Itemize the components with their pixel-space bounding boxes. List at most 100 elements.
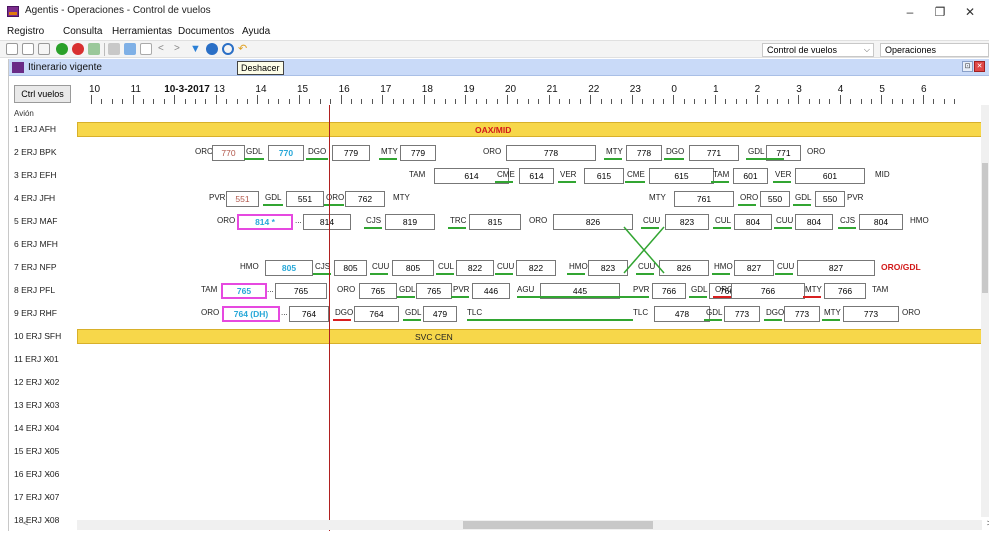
horizontal-scrollbar[interactable]: < >: [23, 518, 989, 530]
flight-box[interactable]: 778: [506, 145, 596, 161]
flight-box[interactable]: 761: [674, 191, 734, 207]
flight-box[interactable]: 551: [286, 191, 324, 207]
flight-box[interactable]: 615: [649, 168, 714, 184]
flight-box[interactable]: 765: [416, 283, 452, 299]
aircraft-row[interactable]: 13 ERJ X03-: [9, 395, 982, 418]
restore-button[interactable]: ⊡: [962, 61, 973, 72]
menu-herramientas[interactable]: Herramientas: [112, 26, 172, 37]
flight-box[interactable]: 762: [345, 191, 385, 207]
menu-documentos[interactable]: Documentos: [178, 26, 234, 37]
flight-box[interactable]: 770: [212, 145, 245, 161]
flight-box[interactable]: 764: [354, 306, 399, 322]
ruler-tick: [538, 99, 540, 104]
flight-box[interactable]: 779: [400, 145, 436, 161]
service-bar[interactable]: OAX/MID: [77, 122, 982, 137]
flight-box[interactable]: 551: [226, 191, 259, 207]
flight-box[interactable]: 770: [268, 145, 304, 161]
app-logo-icon: [7, 6, 19, 17]
minimize-button[interactable]: –: [895, 2, 925, 22]
close-itinerary-button[interactable]: ✕: [974, 61, 985, 72]
flight-box[interactable]: 479: [423, 306, 457, 322]
flight-box[interactable]: 766: [824, 283, 866, 299]
screen-select[interactable]: Control de vuelos ⌵: [762, 43, 874, 57]
vertical-scroll-thumb[interactable]: [982, 163, 988, 293]
flight-box[interactable]: 827: [797, 260, 875, 276]
menu-consulta[interactable]: Consulta: [63, 26, 102, 37]
menu-registro[interactable]: Registro: [7, 26, 44, 37]
flight-box[interactable]: 765: [221, 283, 267, 299]
station-code: CJS: [840, 216, 856, 225]
avion-column-header: Avión: [14, 109, 34, 118]
list-icon[interactable]: [140, 43, 152, 55]
attach-icon[interactable]: [88, 43, 100, 55]
flight-box[interactable]: 822: [456, 260, 494, 276]
new-doc-icon[interactable]: [6, 43, 18, 55]
flight-box[interactable]: 766: [731, 283, 805, 299]
aircraft-row[interactable]: 6 ERJ MFH -: [9, 234, 982, 257]
vertical-scrollbar[interactable]: [981, 105, 989, 517]
station-code: GDL: [265, 193, 282, 202]
print-icon[interactable]: [108, 43, 120, 55]
flight-box[interactable]: 819: [385, 214, 435, 230]
flight-box[interactable]: 601: [795, 168, 865, 184]
export-icon[interactable]: [124, 43, 136, 55]
ground-time-line: [370, 273, 388, 275]
flight-box[interactable]: 779: [332, 145, 370, 161]
cancel-icon[interactable]: [72, 43, 84, 55]
flight-box[interactable]: 773: [724, 306, 760, 322]
flight-box[interactable]: 814 *: [237, 214, 293, 230]
copy-doc-icon[interactable]: [22, 43, 34, 55]
undo-icon[interactable]: ↶: [238, 43, 250, 55]
back-icon[interactable]: <: [158, 43, 170, 55]
flight-box[interactable]: 446: [472, 283, 510, 299]
flight-box[interactable]: 773: [784, 306, 820, 322]
refresh-icon[interactable]: [222, 43, 234, 55]
flight-box[interactable]: 814: [303, 214, 351, 230]
aircraft-row[interactable]: 11 ERJ X01-: [9, 349, 982, 372]
ctrl-vuelos-button[interactable]: Ctrl vuelos: [14, 85, 71, 103]
flight-box[interactable]: 823: [665, 214, 709, 230]
filter-icon[interactable]: ▼: [190, 43, 202, 55]
flight-box[interactable]: 805: [334, 260, 367, 276]
module-select[interactable]: Operaciones: [880, 43, 989, 57]
confirm-icon[interactable]: [56, 43, 68, 55]
flight-box[interactable]: 815: [469, 214, 521, 230]
aircraft-row[interactable]: 15 ERJ X05-: [9, 441, 982, 464]
aircraft-row[interactable]: 16 ERJ X06-: [9, 464, 982, 487]
horizontal-scroll-thumb[interactable]: [463, 521, 653, 529]
forward-icon[interactable]: >: [174, 43, 186, 55]
service-bar[interactable]: SVC CEN: [77, 329, 982, 344]
aircraft-row[interactable]: 17 ERJ X07-: [9, 487, 982, 510]
aircraft-row[interactable]: 14 ERJ X04-: [9, 418, 982, 441]
flight-box[interactable]: 765: [275, 283, 327, 299]
scroll-left-arrow[interactable]: <: [23, 518, 28, 528]
flight-box[interactable]: 804: [795, 214, 833, 230]
flight-box[interactable]: 805: [265, 260, 313, 276]
flight-box[interactable]: 804: [734, 214, 772, 230]
flight-box[interactable]: 822: [516, 260, 556, 276]
flight-box[interactable]: 478: [654, 306, 710, 322]
flight-box[interactable]: 764: [289, 306, 329, 322]
close-window-button[interactable]: ✕: [955, 2, 985, 22]
flight-box[interactable]: 765: [359, 283, 397, 299]
ruler-tick: [746, 99, 748, 104]
flight-box[interactable]: 764 (DH): [222, 306, 280, 322]
flight-box[interactable]: 773: [843, 306, 899, 322]
edit-doc-icon[interactable]: [38, 43, 50, 55]
flight-box[interactable]: 550: [760, 191, 790, 207]
menu-ayuda[interactable]: Ayuda: [242, 26, 270, 37]
flight-box[interactable]: 778: [626, 145, 662, 161]
flight-box[interactable]: 771: [689, 145, 739, 161]
aircraft-row[interactable]: 12 ERJ X02-: [9, 372, 982, 395]
maximize-button[interactable]: ❐: [925, 2, 955, 22]
flight-box[interactable]: 805: [392, 260, 434, 276]
ruler-tick: [517, 99, 519, 104]
flight-box[interactable]: 804: [859, 214, 903, 230]
flight-box[interactable]: 601: [733, 168, 768, 184]
info-icon[interactable]: [206, 43, 218, 55]
flight-box[interactable]: 614: [519, 168, 554, 184]
flight-box[interactable]: 827: [734, 260, 774, 276]
flight-box[interactable]: 550: [815, 191, 845, 207]
flight-box[interactable]: 766: [652, 283, 686, 299]
flight-box[interactable]: 615: [584, 168, 624, 184]
